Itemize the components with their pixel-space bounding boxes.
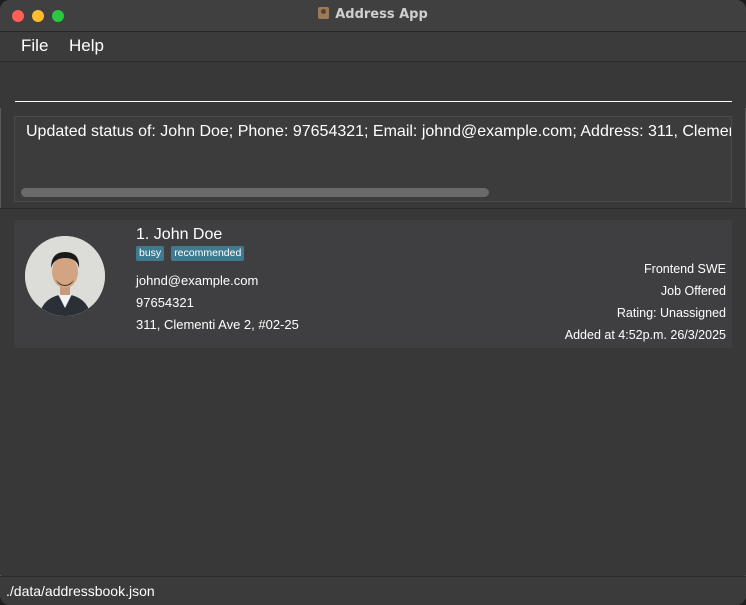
- person-card[interactable]: 1. John Doe busy recommended johnd@examp…: [14, 220, 732, 348]
- avatar-photo-icon: [25, 236, 105, 316]
- person-name: 1. John Doe: [136, 226, 223, 243]
- address-book-icon: [318, 7, 330, 19]
- command-input[interactable]: [15, 68, 732, 102]
- menu-file[interactable]: File: [21, 36, 48, 56]
- person-phone: 97654321: [136, 295, 194, 310]
- result-horizontal-scrollbar[interactable]: [21, 188, 489, 197]
- avatar: [25, 236, 105, 316]
- person-added-time: Added at 4:52p.m. 26/3/2025: [564, 328, 726, 342]
- menu-help[interactable]: Help: [69, 36, 104, 56]
- status-bar: ./data/addressbook.json: [0, 576, 746, 605]
- command-box: [0, 62, 746, 108]
- save-location: ./data/addressbook.json: [6, 583, 155, 599]
- title-bar[interactable]: Address App: [0, 0, 746, 32]
- result-message: Updated status of: John Doe; Phone: 9765…: [26, 123, 731, 140]
- tag-busy: busy: [136, 246, 165, 261]
- person-role: Frontend SWE: [644, 262, 726, 276]
- tag-recommended: recommended: [171, 246, 245, 261]
- person-rating: Rating: Unassigned: [616, 306, 726, 320]
- result-display[interactable]: Updated status of: John Doe; Phone: 9765…: [14, 116, 732, 202]
- person-list: 1. John Doe busy recommended johnd@examp…: [0, 209, 746, 575]
- person-stage: Job Offered: [660, 284, 726, 298]
- person-email: johnd@example.com: [136, 273, 259, 288]
- window-title: Address App: [335, 7, 428, 22]
- tag-list: busy recommended: [136, 246, 245, 261]
- window-title-group: Address App: [0, 7, 746, 22]
- app-window: Address App File Help Updated status of:…: [0, 0, 746, 605]
- person-address: 311, Clementi Ave 2, #02-25: [136, 317, 299, 332]
- menu-bar: File Help: [0, 32, 746, 62]
